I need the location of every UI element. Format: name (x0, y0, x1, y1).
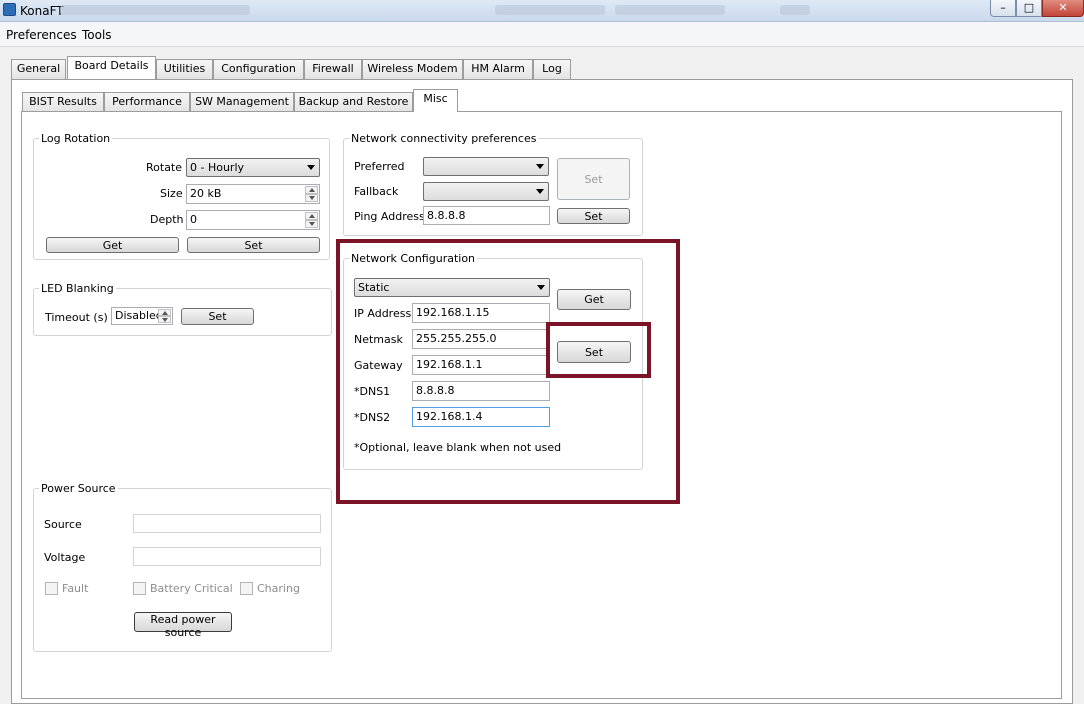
ping-address-set-button[interactable]: Set (557, 208, 630, 224)
ping-address-label: Ping Address (354, 210, 425, 223)
depth-spinbox[interactable]: 0 (186, 210, 320, 230)
tab-sw-management[interactable]: SW Management (190, 92, 294, 112)
source-label: Source (44, 518, 82, 531)
timeout-value: Disabled (115, 309, 163, 322)
rotate-select[interactable]: 0 - Hourly (186, 158, 320, 177)
tab-performance[interactable]: Performance (104, 92, 190, 112)
tab-hm-alarm[interactable]: HM Alarm (463, 59, 533, 79)
rotate-label: Rotate (146, 161, 183, 174)
log-rotation-title: Log Rotation (39, 132, 113, 145)
menu-bar: Preferences Tools (0, 22, 1084, 47)
chevron-down-icon (536, 164, 544, 169)
depth-label: Depth (150, 213, 184, 226)
voltage-field[interactable] (133, 547, 321, 566)
spin-up-icon[interactable] (305, 212, 318, 220)
set-button-highlight (546, 322, 651, 378)
close-button[interactable]: ✕ (1042, 0, 1084, 17)
tab-configuration[interactable]: Configuration (213, 59, 304, 79)
menu-preferences[interactable]: Preferences (6, 28, 77, 42)
tab-misc[interactable]: Misc (413, 89, 458, 112)
spin-buttons[interactable] (305, 186, 318, 202)
spin-down-icon[interactable] (305, 194, 318, 202)
tab-backup-and-restore[interactable]: Backup and Restore (294, 92, 413, 112)
led-blanking-set-button[interactable]: Set (181, 308, 254, 325)
spin-up-icon[interactable] (305, 186, 318, 194)
voltage-label: Voltage (44, 551, 86, 564)
tab-bist-results[interactable]: BIST Results (22, 92, 104, 112)
window-title: KonaFT (20, 4, 64, 18)
power-source-title: Power Source (39, 482, 118, 495)
spin-buttons[interactable] (305, 212, 318, 228)
rotate-value: 0 - Hourly (190, 161, 245, 174)
blurred-title-text (495, 5, 605, 15)
blurred-title-text (780, 5, 810, 15)
depth-value: 0 (190, 213, 197, 226)
preferred-select[interactable] (423, 157, 549, 176)
minimize-button[interactable]: – (990, 0, 1016, 17)
timeout-spinbox[interactable]: Disabled (111, 307, 173, 325)
fallback-select[interactable] (423, 182, 549, 201)
fault-label: Fault (62, 582, 89, 595)
size-spinbox[interactable]: 20 kB (186, 184, 320, 204)
ping-address-input[interactable]: 8.8.8.8 (423, 206, 550, 225)
chevron-down-icon (307, 165, 315, 170)
tab-general[interactable]: General (11, 59, 66, 79)
spin-up-icon[interactable] (158, 309, 171, 316)
spin-down-icon[interactable] (305, 220, 318, 228)
tab-firewall[interactable]: Firewall (304, 59, 362, 79)
led-blanking-title: LED Blanking (39, 282, 116, 295)
blurred-title-text (60, 5, 250, 15)
spin-down-icon[interactable] (158, 316, 171, 323)
menu-tools[interactable]: Tools (82, 28, 112, 42)
size-value: 20 kB (190, 187, 222, 200)
charing-label: Charing (257, 582, 300, 595)
charing-checkbox[interactable] (240, 582, 253, 595)
timeout-label: Timeout (s) (45, 311, 108, 324)
title-bar: KonaFT – □ ✕ (0, 0, 1084, 22)
battery-critical-label: Battery Critical (150, 582, 233, 595)
network-preferences-set-disabled-button[interactable]: Set (557, 158, 630, 200)
maximize-button[interactable]: □ (1016, 0, 1042, 17)
tab-log[interactable]: Log (533, 59, 571, 79)
tab-wireless-modem[interactable]: Wireless Modem (362, 59, 463, 79)
network-connectivity-preferences-title: Network connectivity preferences (349, 132, 539, 145)
source-field[interactable] (133, 514, 321, 533)
tab-utilities[interactable]: Utilities (156, 59, 213, 79)
chevron-down-icon (536, 189, 544, 194)
spin-buttons[interactable] (158, 309, 171, 323)
read-power-source-button[interactable]: Read power source (134, 612, 232, 639)
blurred-title-text (615, 5, 725, 15)
tab-board-details[interactable]: Board Details (67, 56, 156, 79)
battery-critical-checkbox[interactable] (133, 582, 146, 595)
log-rotation-set-button[interactable]: Set (187, 237, 320, 253)
size-label: Size (160, 187, 183, 200)
log-rotation-get-button[interactable]: Get (46, 237, 179, 253)
app-icon (3, 3, 16, 16)
fallback-label: Fallback (354, 185, 399, 198)
fault-checkbox[interactable] (45, 582, 58, 595)
preferred-label: Preferred (354, 160, 405, 173)
